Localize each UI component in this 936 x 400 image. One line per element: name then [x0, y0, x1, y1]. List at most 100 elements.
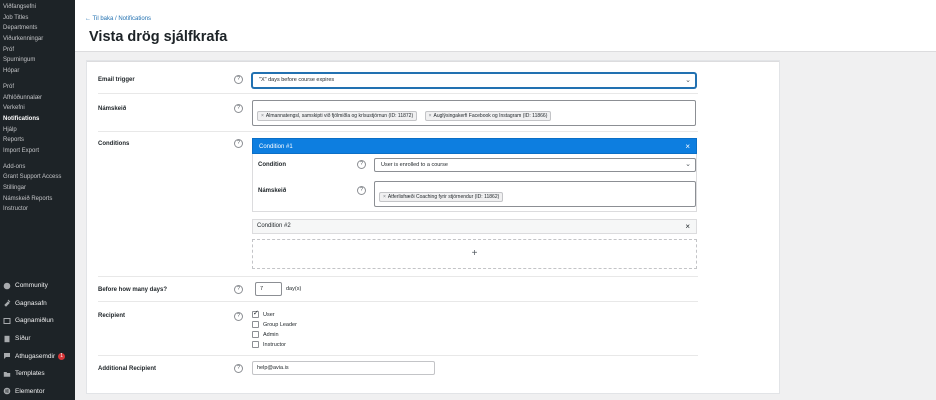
sidebar-submenu-item[interactable]: Reports [0, 135, 75, 146]
condition-1-header[interactable]: Condition #1 × [252, 138, 697, 154]
sidebar-menu: Community Gagnasafn Gagnamiðlun Síður Athuga… [0, 277, 75, 400]
sidebar-submenu-item[interactable]: Grant Support Access [0, 172, 75, 183]
courses-multiselect[interactable]: × Almannatengsl, samskipti við fjölmiðla … [252, 100, 696, 126]
close-icon[interactable]: × [685, 220, 690, 233]
sidebar-submenu-item[interactable]: Job Titles [0, 13, 75, 24]
add-condition-button[interactable]: + [252, 239, 697, 269]
sidebar-submenu-item[interactable]: Afhlöðunnalær [0, 93, 75, 104]
sidebar-menu-item[interactable]: Gagnamiðlun [0, 312, 75, 330]
sidebar-menu-label: Gagnamiðlun [15, 317, 54, 325]
sidebar-submenu-item[interactable]: Instructor [0, 204, 75, 215]
sidebar-menu-label: Gagnasafn [15, 299, 47, 307]
comment-count-badge: 1 [58, 352, 66, 360]
recipient-admin-option[interactable]: Admin [252, 330, 279, 339]
additional-recipient-help-icon[interactable]: ? [234, 364, 243, 373]
course-tag[interactable]: × Auglýsingakerfi Facebook og Instagram (… [424, 111, 552, 121]
condition-2-title: Condition #2 [257, 223, 291, 229]
pin-icon [3, 299, 11, 308]
recipient-group-leader-option[interactable]: Group Leader [252, 320, 297, 329]
email-trigger-help-icon[interactable]: ? [234, 75, 243, 84]
sidebar-submenu-item[interactable]: Hjálp [0, 125, 75, 136]
notification-form-card: Email trigger ? "X" days before course e… [86, 60, 780, 394]
remove-tag-icon[interactable]: × [261, 113, 264, 119]
condition-course-multiselect[interactable]: × Atferlisfræði Coaching fyrir stjórnendu… [374, 181, 696, 207]
sidebar-submenu-item[interactable]: Notifications [0, 114, 75, 125]
course-tag[interactable]: × Almannatengsl, samskipti við fjölmiðla … [257, 111, 418, 121]
sidebar-submenu-item[interactable]: Stillingar [0, 183, 75, 194]
row-divider [98, 355, 698, 356]
sidebar-menu-item[interactable]: Gagnasafn [0, 295, 75, 313]
group-leader-checkbox[interactable] [252, 321, 259, 328]
condition-course-help-icon[interactable]: ? [357, 186, 366, 195]
folder-icon [3, 370, 11, 378]
instructor-checkbox[interactable] [252, 341, 259, 348]
email-trigger-select[interactable]: "X" days before course expires ⌄ [252, 73, 696, 88]
condition-value: User is enrolled to a course [381, 162, 448, 168]
condition-select[interactable]: User is enrolled to a course ⌄ [374, 158, 696, 172]
sidebar-menu-item[interactable]: Athugasemdir 1 [0, 347, 75, 365]
recipient-instructor-option[interactable]: Instructor [252, 340, 286, 349]
sidebar-submenu-item[interactable]: Verkefni [0, 103, 75, 114]
chevron-down-icon: ⌄ [685, 161, 691, 168]
conditions-help-icon[interactable]: ? [234, 139, 243, 148]
sidebar-submenu-item[interactable]: Námskeið Reports [0, 194, 75, 205]
recipient-label: Recipient [98, 313, 126, 319]
sidebar-menu-label: Athugasemdir [15, 352, 56, 360]
sidebar-submenu: Viðfangsefni Job Titles Departments Viðurke… [0, 0, 75, 215]
email-trigger-value: "X" days before course expires [259, 77, 335, 83]
days-help-icon[interactable]: ? [234, 285, 243, 294]
sidebar-submenu-item[interactable]: Próf [0, 82, 75, 93]
page-header: ← Til baka / Notifications Vista drög sj… [75, 0, 936, 52]
elementor-icon [3, 387, 11, 395]
back-link[interactable]: ← Til baka / Notifications [85, 16, 151, 22]
remove-tag-icon[interactable]: × [429, 113, 432, 119]
remove-tag-icon[interactable]: × [383, 194, 386, 200]
sidebar-menu-label: Community [15, 282, 48, 290]
email-trigger-label: Email trigger [98, 77, 135, 83]
days-input[interactable]: 7 [255, 282, 282, 296]
condition-label: Condition [258, 162, 286, 168]
row-divider [98, 276, 698, 277]
sidebar-menu-item[interactable]: Templates [0, 365, 75, 383]
sidebar-menu-label: Síður [15, 335, 31, 343]
sidebar-menu-label: Elementor [15, 387, 45, 395]
row-divider [98, 93, 698, 94]
condition-1-body: Condition ? User is enrolled to a course… [252, 154, 697, 212]
sidebar-submenu-item[interactable]: Hópar [0, 66, 75, 77]
sidebar-submenu-item[interactable]: Spurningum [0, 55, 75, 66]
chevron-down-icon: ⌄ [685, 77, 691, 84]
row-divider [98, 301, 698, 302]
plus-icon: + [471, 248, 478, 259]
sidebar-submenu-item[interactable]: Viðfangsefni [0, 2, 75, 13]
row-divider [98, 131, 698, 132]
additional-recipient-label: Additional Recipient [98, 366, 157, 372]
sidebar-submenu-item[interactable]: Import Export [0, 146, 75, 157]
sidebar-menu-item[interactable]: Community [0, 277, 75, 295]
courses-help-icon[interactable]: ? [234, 104, 243, 113]
sidebar-menu-label: Templates [15, 370, 45, 378]
page-icon [3, 335, 11, 343]
sidebar-submenu-item[interactable]: Add-ons [0, 162, 75, 173]
sidebar-menu-item[interactable]: Síður [0, 330, 75, 348]
condition-help-icon[interactable]: ? [357, 160, 366, 169]
additional-recipient-input[interactable]: help@avia.is [252, 361, 435, 375]
courses-label: Námskeið [98, 106, 127, 112]
sidebar-menu-item[interactable]: Elementor [0, 383, 75, 400]
condition-2-header[interactable]: Condition #2 × [252, 219, 697, 234]
comment-icon [3, 352, 11, 360]
days-unit: day(s) [286, 286, 302, 292]
page-title: Vista drög sjálfkrafa [89, 29, 228, 45]
user-checkbox[interactable] [252, 309, 259, 318]
conditions-label: Conditions [98, 141, 130, 147]
days-label: Before how many days? [98, 287, 168, 293]
sidebar-submenu-item[interactable]: Departments [0, 23, 75, 34]
sidebar-submenu-item[interactable]: Viðurkenningar [0, 34, 75, 45]
recipient-help-icon[interactable]: ? [234, 312, 243, 321]
recipient-user-option[interactable]: User [252, 309, 275, 319]
admin-sidebar: Viðfangsefni Job Titles Departments Viðurke… [0, 0, 75, 400]
admin-checkbox[interactable] [252, 331, 259, 338]
condition-course-label: Námskeið [258, 188, 287, 194]
course-tag[interactable]: × Atferlisfræði Coaching fyrir stjórnendu… [379, 192, 504, 202]
sidebar-submenu-item[interactable]: Próf [0, 45, 75, 56]
close-icon[interactable]: × [685, 139, 690, 155]
